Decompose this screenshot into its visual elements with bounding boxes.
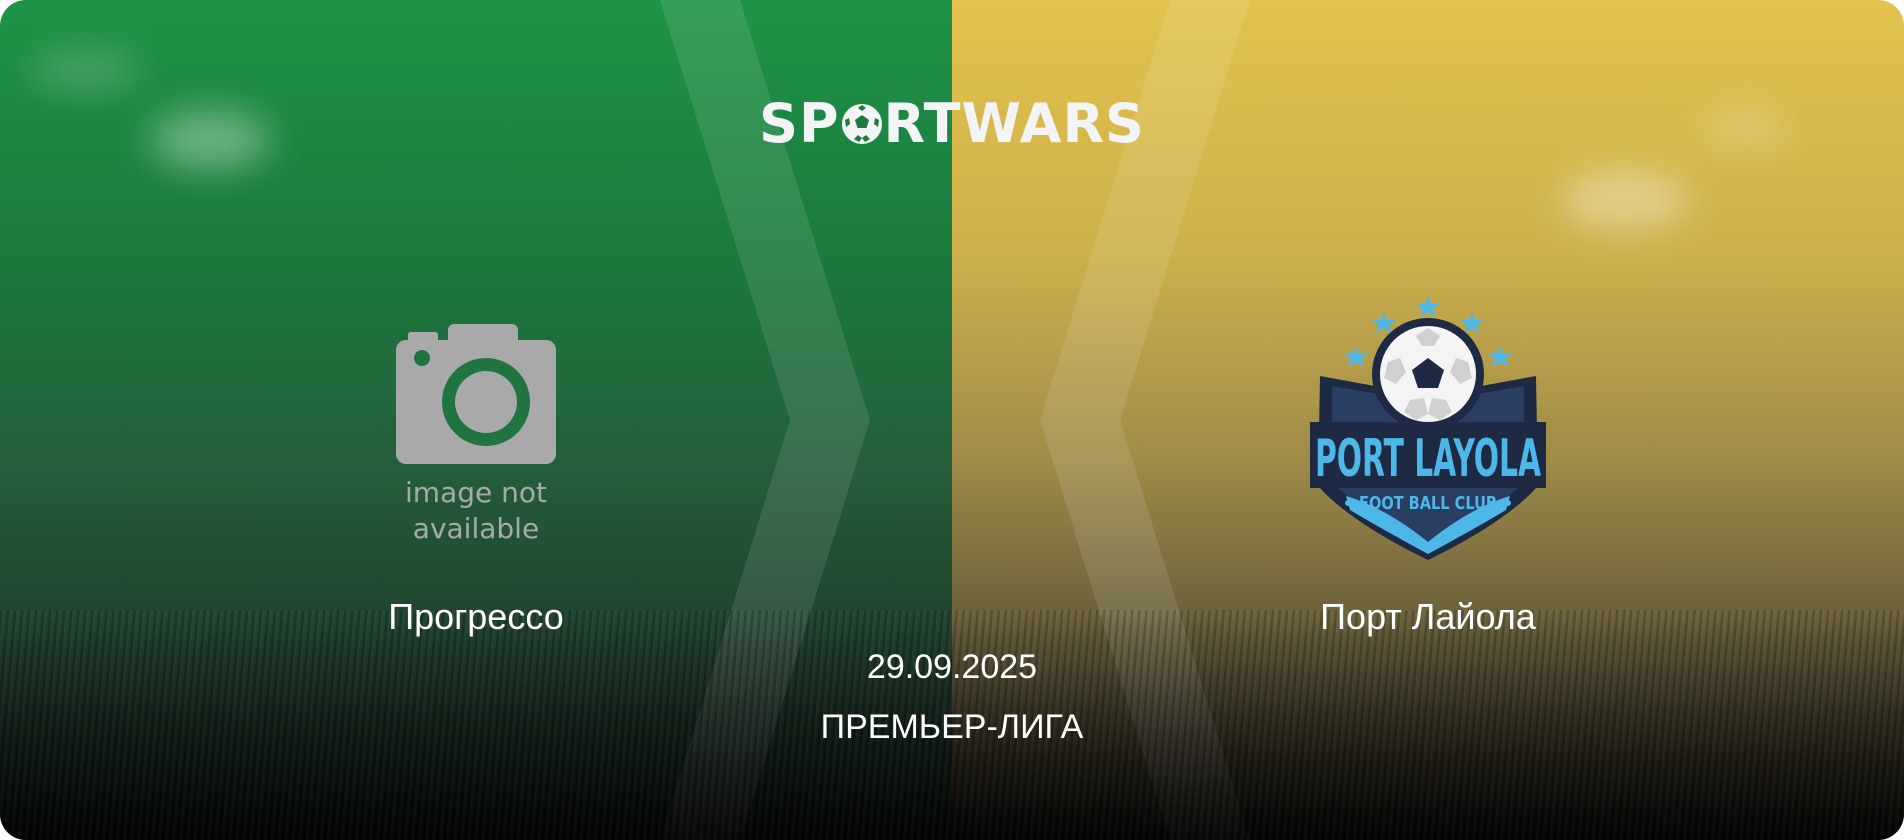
logo-text-part2: RTWARS — [883, 92, 1145, 155]
away-team-name: Порт Лайола — [1320, 596, 1536, 637]
port-layola-crest: PORT LAYOLA FOOT BALL CLUB — [1310, 296, 1546, 560]
soccer-ball-icon — [841, 104, 882, 144]
logo-text-part1: SP — [759, 92, 840, 155]
home-team-name: Прогрессо — [388, 596, 564, 637]
stadium-light — [30, 50, 140, 90]
placeholder-text-line1: image not — [405, 476, 547, 509]
league-name: ПРЕМЬЕР-ЛИГА — [820, 708, 1084, 746]
crest-title: PORT LAYOLA — [1315, 429, 1541, 489]
crest-subtitle: FOOT BALL CLUB — [1359, 493, 1497, 514]
stadium-light — [1560, 170, 1690, 230]
placeholder-text-line2: available — [413, 512, 539, 545]
match-date: 29.09.2025 — [866, 648, 1038, 686]
match-banner: SP RTWARS image not available PORT LAYOL… — [0, 0, 1904, 840]
camera-placeholder-icon: image not available — [396, 324, 556, 545]
sportwars-logo: SP RTWARS — [0, 92, 1904, 155]
